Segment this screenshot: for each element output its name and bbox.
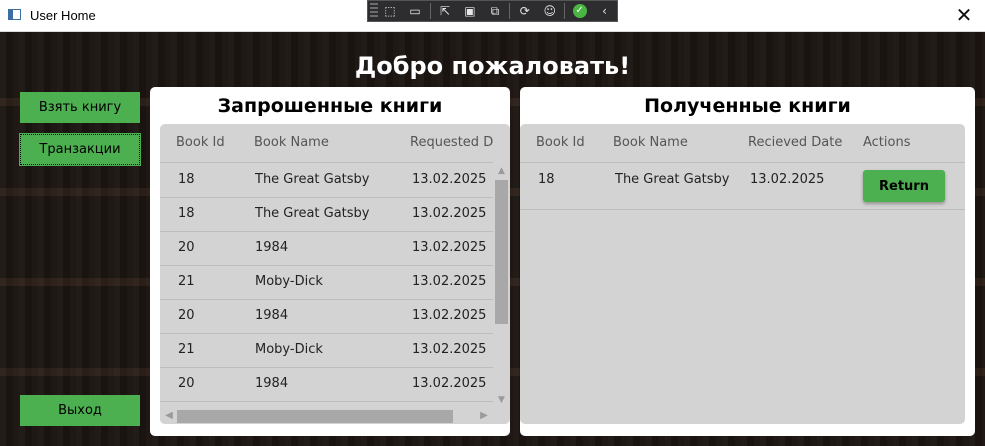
horizontal-scrollbar[interactable]: ◀ ▶	[160, 407, 493, 424]
layout-adorner-icon[interactable]: ▣	[459, 2, 480, 20]
column-header-book-name[interactable]: Book Name	[613, 124, 688, 162]
scroll-down-icon[interactable]: ▼	[493, 393, 510, 407]
requested-books-panel: Запрошенные книги Book Id Book Name Requ…	[150, 87, 510, 436]
scroll-right-icon[interactable]: ▶	[477, 407, 491, 424]
requested-books-grid: Book Id Book Name Requested Date 18 The …	[160, 124, 510, 424]
return-button[interactable]: Return	[863, 170, 945, 202]
accessibility-icon[interactable]: ☺	[539, 2, 560, 20]
column-header-requested-date[interactable]: Requested Date	[410, 124, 493, 162]
cell-book-name: The Great Gatsby	[255, 172, 370, 187]
transactions-button[interactable]: Транзакции	[19, 133, 141, 166]
cell-book-id: 18	[178, 206, 195, 221]
cell-requested-date: 13.02.2025	[412, 308, 487, 323]
column-header-received-date[interactable]: Recieved Date	[748, 124, 842, 162]
scroll-left-icon[interactable]: ◀	[162, 407, 176, 424]
app-window-icon	[8, 9, 21, 20]
column-header-actions[interactable]: Actions	[863, 124, 911, 162]
column-header-book-id[interactable]: Book Id	[176, 124, 225, 162]
display-icon[interactable]: ⧉	[484, 2, 505, 20]
cell-requested-date: 13.02.2025	[412, 274, 487, 289]
hot-reload-icon[interactable]: ⟳	[514, 2, 535, 20]
cell-book-name: The Great Gatsby	[615, 172, 730, 187]
cell-requested-date: 13.02.2025	[412, 206, 487, 221]
select-element-icon[interactable]: ⬚	[380, 2, 401, 20]
cell-book-name: Moby-Dick	[255, 274, 323, 289]
cell-book-name: Moby-Dick	[255, 342, 323, 357]
cell-book-name: 1984	[255, 308, 289, 323]
received-books-panel: Полученные книги Book Id Book Name Recie…	[520, 87, 975, 436]
table-row[interactable]: 20 1984 13.02.2025	[160, 231, 493, 266]
table-row[interactable]: 21 Moby-Dick 13.02.2025	[160, 333, 493, 368]
toolbar-grip-icon[interactable]	[370, 3, 378, 19]
received-books-title: Полученные книги	[644, 95, 851, 117]
table-row[interactable]: 21 Moby-Dick 13.02.2025	[160, 265, 493, 300]
cell-book-id: 20	[178, 240, 195, 255]
window-title: User Home	[30, 8, 96, 23]
collapse-icon[interactable]: ‹	[594, 2, 615, 20]
received-books-grid: Book Id Book Name Recieved Date Actions …	[520, 124, 965, 424]
table-row[interactable]: 18 The Great Gatsby 13.02.2025	[160, 163, 493, 198]
grid-header: Book Id Book Name Recieved Date Actions	[520, 124, 965, 163]
cell-book-id: 21	[178, 274, 195, 289]
cell-requested-date: 13.02.2025	[412, 240, 487, 255]
table-row[interactable]: 20 1984 13.02.2025	[160, 299, 493, 334]
column-header-book-id[interactable]: Book Id	[536, 124, 585, 162]
vertical-scrollbar[interactable]: ▲ ▼	[493, 162, 510, 407]
cell-book-name: 1984	[255, 376, 289, 391]
table-row[interactable]: 18 The Great Gatsby 13.02.2025	[160, 197, 493, 232]
grid-header: Book Id Book Name Requested Date	[160, 124, 510, 163]
cell-book-name: 1984	[255, 240, 289, 255]
cell-requested-date: 13.02.2025	[412, 172, 487, 187]
cell-book-id: 21	[178, 342, 195, 357]
welcome-heading: Добро пожаловать!	[354, 52, 631, 80]
cell-book-id: 20	[178, 376, 195, 391]
scroll-up-icon[interactable]: ▲	[493, 164, 510, 178]
cell-book-id: 18	[178, 172, 195, 187]
column-header-book-name[interactable]: Book Name	[254, 124, 329, 162]
debug-toolbar: ⬚ ▭ ⇱ ▣ ⧉ ⟳ ☺ ✓ ‹	[367, 0, 618, 22]
vertical-scroll-thumb[interactable]	[495, 180, 508, 324]
exit-button[interactable]: Выход	[20, 395, 140, 426]
cell-book-name: The Great Gatsby	[255, 206, 370, 221]
table-row[interactable]: 18 The Great Gatsby 13.02.2025 Return	[520, 163, 965, 210]
requested-books-title: Запрошенные книги	[217, 95, 443, 117]
cell-book-id: 18	[538, 172, 555, 187]
cell-received-date: 13.02.2025	[750, 172, 825, 187]
cell-requested-date: 13.02.2025	[412, 376, 487, 391]
record-icon[interactable]: ▭	[405, 2, 426, 20]
cell-book-id: 20	[178, 308, 195, 323]
table-row[interactable]: 20 1984 13.02.2025	[160, 367, 493, 402]
window-close-button[interactable]: ✕	[953, 4, 975, 26]
take-book-button[interactable]: Взять книгу	[20, 92, 140, 123]
pointer-select-icon[interactable]: ⇱	[434, 2, 455, 20]
cell-requested-date: 13.02.2025	[412, 342, 487, 357]
ok-check-icon[interactable]: ✓	[569, 2, 590, 20]
horizontal-scroll-thumb[interactable]	[177, 410, 453, 423]
